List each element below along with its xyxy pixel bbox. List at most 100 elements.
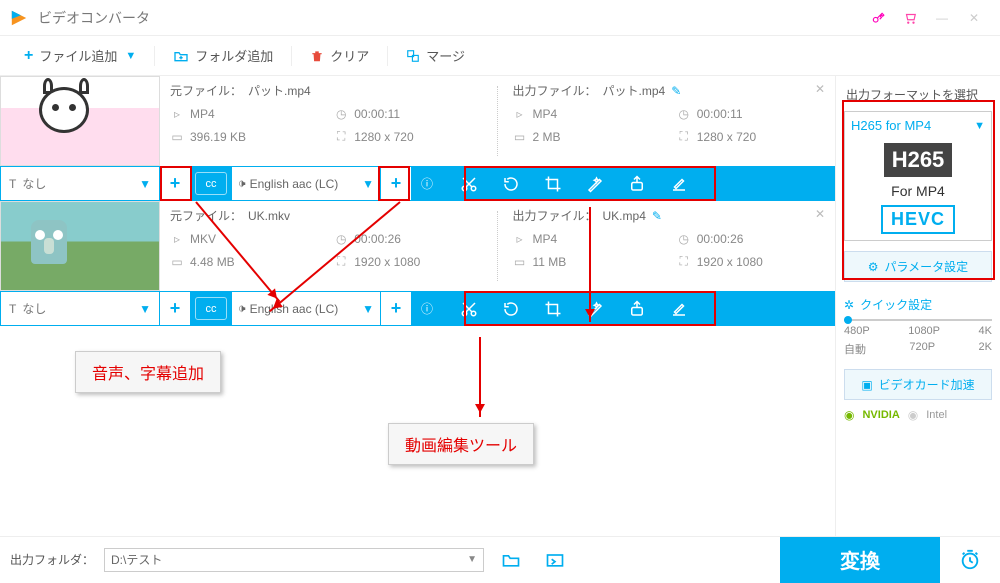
- file-list: 元ファイル：パット.mp4 ▹MP4 ◷00:00:11 ▭396.19 KB …: [0, 76, 835, 536]
- cc-button[interactable]: cc: [195, 172, 227, 195]
- chevron-down-icon: ▼: [362, 177, 374, 191]
- folder-plus-icon: [173, 49, 189, 63]
- annotation-arrow: [479, 337, 481, 417]
- remove-item-button[interactable]: ✕: [815, 82, 825, 96]
- control-bar: Tなし▼ + cc 🕩English aac (LC)▼ + ⓘ: [0, 166, 835, 201]
- effects-tool[interactable]: [574, 166, 616, 201]
- resolution-icon: ⛶: [677, 129, 691, 144]
- annotation-callout: 動画編集ツール: [388, 423, 534, 465]
- file-item: 元ファイル：パット.mp4 ▹MP4 ◷00:00:11 ▭396.19 KB …: [0, 76, 835, 201]
- audio-dropdown[interactable]: 🕩English aac (LC)▼: [231, 291, 381, 326]
- crop-tool[interactable]: [532, 166, 574, 201]
- clock-icon: ◷: [677, 107, 691, 121]
- subtitle-dropdown[interactable]: Tなし▼: [0, 166, 160, 201]
- clear-label: クリア: [330, 46, 369, 65]
- quick-settings-title: ✲クイック設定: [844, 296, 992, 313]
- subtitle-dropdown[interactable]: Tなし▼: [0, 291, 160, 326]
- watermark-tool[interactable]: [616, 291, 658, 326]
- open-folder-button[interactable]: [494, 543, 528, 577]
- annotation-callout: 音声、字幕追加: [75, 351, 221, 393]
- titlebar: ビデオコンバータ — ✕: [0, 0, 1000, 36]
- source-info: 元ファイル：パット.mp4 ▹MP4 ◷00:00:11 ▭396.19 KB …: [160, 76, 493, 166]
- format-selector[interactable]: H265 for MP4▼ H265 For MP4 HEVC: [844, 111, 992, 241]
- file-item: 元ファイル：UK.mkv ▹MKV ◷00:00:26 ▭4.48 MB ⛶19…: [0, 201, 835, 326]
- edit-tools: [442, 291, 835, 326]
- folder-icon: ▭: [170, 255, 184, 269]
- merge-button[interactable]: マージ: [392, 36, 479, 76]
- convert-button[interactable]: 変換: [780, 537, 940, 583]
- add-subtitle-button[interactable]: +: [159, 166, 191, 201]
- crop-tool[interactable]: [532, 291, 574, 326]
- bottom-bar: 出力フォルダ： D:\テスト▼ 変換: [0, 536, 1000, 582]
- hw-accel-button[interactable]: ▣ビデオカード加速: [844, 369, 992, 400]
- divider: [291, 46, 292, 66]
- cut-tool[interactable]: [448, 166, 490, 201]
- output-info: ✕ 出力ファイル：UK.mp4✎ ▹MP4 ◷00:00:26 ▭11 MB ⛶…: [503, 201, 836, 291]
- trash-icon: [310, 49, 324, 63]
- add-file-label: ファイル追加: [39, 46, 117, 65]
- app-title: ビデオコンバータ: [38, 8, 150, 28]
- resolution-row[interactable]: 480P1080P4K: [844, 325, 992, 337]
- subtitle-edit-tool[interactable]: [658, 291, 700, 326]
- video-icon: ▹: [513, 232, 527, 246]
- remove-item-button[interactable]: ✕: [815, 207, 825, 221]
- chevron-down-icon: ▼: [125, 50, 136, 62]
- close-button[interactable]: ✕: [958, 2, 990, 34]
- divider: [154, 46, 155, 66]
- speaker-icon: 🕩: [238, 176, 246, 191]
- chevron-down-icon: ▼: [139, 302, 151, 316]
- codec-badge: H265: [884, 143, 953, 177]
- clock-icon: ◷: [677, 232, 691, 246]
- chevron-down-icon: ▼: [139, 177, 151, 191]
- edit-name-button[interactable]: ✎: [671, 84, 681, 98]
- watermark-tool[interactable]: [616, 166, 658, 201]
- audio-dropdown[interactable]: 🕩English aac (LC)▼: [231, 166, 381, 201]
- clock-icon: ◷: [334, 232, 348, 246]
- video-icon: ▹: [170, 232, 184, 246]
- thumbnail[interactable]: [0, 76, 160, 166]
- sliders-icon: ⚙: [868, 260, 879, 274]
- add-subtitle-button[interactable]: +: [159, 291, 191, 326]
- plus-icon: +: [24, 47, 33, 65]
- minimize-button[interactable]: —: [926, 2, 958, 34]
- rotate-tool[interactable]: [490, 291, 532, 326]
- folder-icon: ▭: [513, 255, 527, 269]
- divider: [493, 76, 503, 166]
- key-icon[interactable]: [862, 2, 894, 34]
- clear-button[interactable]: クリア: [296, 36, 383, 76]
- main: 元ファイル：パット.mp4 ▹MP4 ◷00:00:11 ▭396.19 KB …: [0, 76, 1000, 536]
- cc-button[interactable]: cc: [195, 297, 227, 320]
- info-button[interactable]: ⓘ: [412, 166, 442, 201]
- chevron-down-icon: ▼: [362, 302, 374, 316]
- cart-icon[interactable]: [894, 2, 926, 34]
- cut-tool[interactable]: [448, 291, 490, 326]
- add-audio-button[interactable]: +: [380, 166, 412, 201]
- add-file-button[interactable]: + ファイル追加 ▼: [10, 36, 150, 76]
- add-audio-button[interactable]: +: [380, 291, 412, 326]
- source-info: 元ファイル：UK.mkv ▹MKV ◷00:00:26 ▭4.48 MB ⛶19…: [160, 201, 493, 291]
- params-button[interactable]: ⚙パラメータ設定: [844, 251, 992, 282]
- control-bar: Tなし▼ + cc 🕩English aac (LC)▼ + ⓘ: [0, 291, 835, 326]
- video-icon: ▹: [513, 107, 527, 121]
- thumbnail[interactable]: [0, 201, 160, 291]
- gear-icon: ✲: [844, 298, 854, 312]
- info-button[interactable]: ⓘ: [412, 291, 442, 326]
- side-panel: 出力フォーマットを選択 H265 for MP4▼ H265 For MP4 H…: [835, 76, 1000, 536]
- text-icon: T: [9, 177, 16, 191]
- edit-name-button[interactable]: ✎: [652, 209, 662, 223]
- subtitle-edit-tool[interactable]: [658, 166, 700, 201]
- resolution-icon: ⛶: [334, 129, 348, 144]
- browse-button[interactable]: [538, 543, 572, 577]
- hevc-badge: HEVC: [881, 205, 955, 234]
- resolution-row[interactable]: 自動720P2K: [844, 341, 992, 357]
- output-info: ✕ 出力ファイル：パット.mp4✎ ▹MP4 ◷00:00:11 ▭2 MB ⛶…: [503, 76, 836, 166]
- timer-button[interactable]: [950, 549, 990, 571]
- text-icon: T: [9, 302, 16, 316]
- output-folder-label: 出力フォルダ：: [10, 551, 94, 568]
- output-folder-input[interactable]: D:\テスト▼: [104, 548, 484, 572]
- toolbar: + ファイル追加 ▼ フォルダ追加 クリア マージ: [0, 36, 1000, 76]
- rotate-tool[interactable]: [490, 166, 532, 201]
- format-for-label: For MP4: [851, 183, 985, 199]
- add-folder-button[interactable]: フォルダ追加: [159, 36, 287, 76]
- effects-tool[interactable]: [574, 291, 616, 326]
